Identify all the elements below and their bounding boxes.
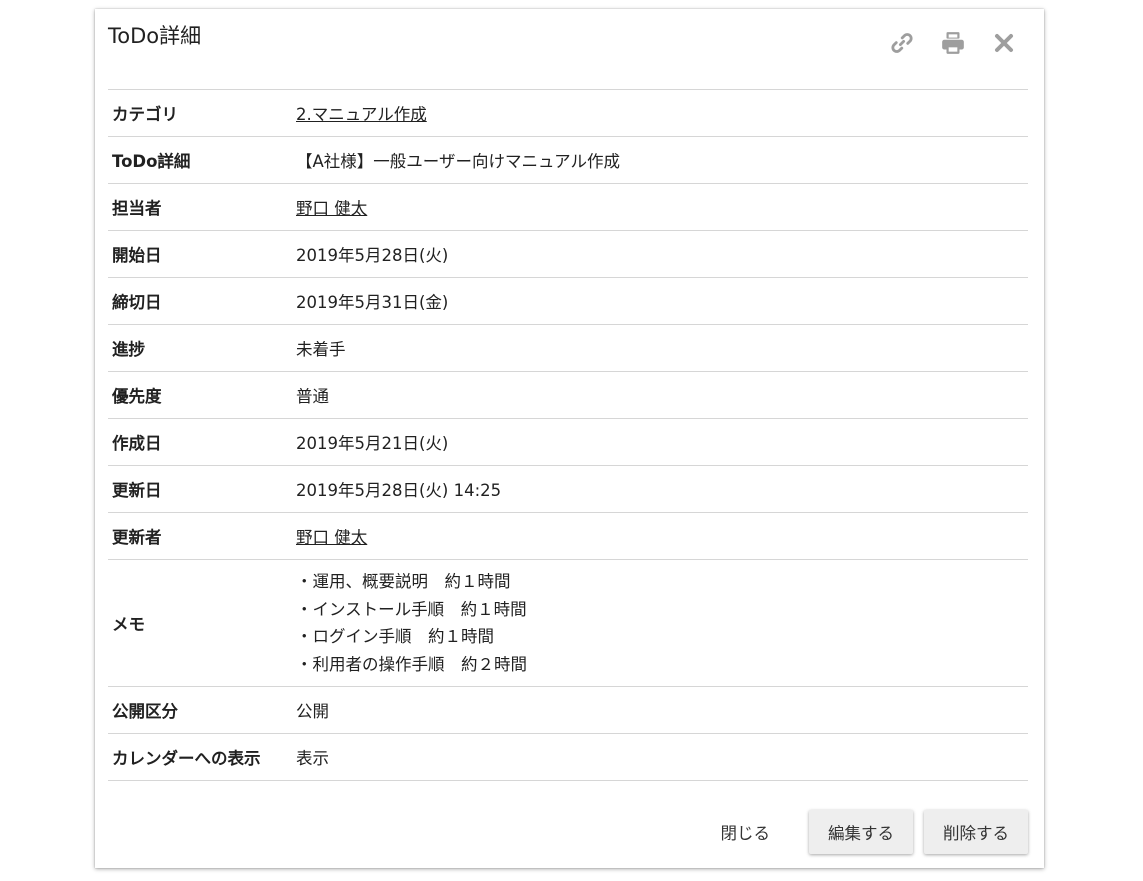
row-label: ToDo詳細: [112, 152, 191, 171]
memo-line: ・インストール手順 約１時間: [296, 599, 527, 619]
row-start-date: 開始日 2019年5月28日(火): [108, 231, 1028, 278]
progress-value: 未着手: [296, 340, 346, 359]
row-created-date: 作成日 2019年5月21日(火): [108, 419, 1028, 466]
row-updated-by: 更新者 野口 健太: [108, 513, 1028, 560]
header-icons: [865, 29, 1018, 57]
row-visibility: 公開区分 公開: [108, 687, 1028, 734]
row-label: 公開区分: [112, 702, 178, 721]
close-button[interactable]: 閉じる: [707, 810, 785, 854]
row-updated-date: 更新日 2019年5月28日(火) 14:25: [108, 466, 1028, 513]
row-progress: 進捗 未着手: [108, 325, 1028, 372]
link-icon[interactable]: [888, 29, 916, 57]
detail-table: カテゴリ 2.マニュアル作成 ToDo詳細 【A社様】一般ユーザー向けマニュアル…: [108, 89, 1028, 781]
close-icon[interactable]: [990, 29, 1018, 57]
row-label: 開始日: [112, 246, 162, 265]
due-date-value: 2019年5月31日(金): [296, 293, 449, 312]
category-link[interactable]: 2.マニュアル作成: [296, 101, 1028, 125]
edit-button[interactable]: 編集する: [809, 810, 913, 854]
row-label: 締切日: [112, 293, 162, 312]
row-memo: メモ ・運用、概要説明 約１時間 ・インストール手順 約１時間 ・ログイン手順 …: [108, 560, 1028, 687]
row-due-date: 締切日 2019年5月31日(金): [108, 278, 1028, 325]
row-category: カテゴリ 2.マニュアル作成: [108, 90, 1028, 137]
visibility-value: 公開: [296, 702, 329, 721]
print-icon[interactable]: [939, 29, 967, 57]
created-date-value: 2019年5月21日(火): [296, 434, 449, 453]
row-label: カレンダーへの表示: [112, 749, 261, 768]
memo-line: ・運用、概要説明 約１時間: [296, 572, 511, 591]
assignee-link[interactable]: 野口 健太: [296, 195, 1028, 219]
calendar-display-value: 表示: [296, 749, 329, 768]
row-assignee: 担当者 野口 健太: [108, 184, 1028, 231]
priority-value: 普通: [296, 387, 329, 406]
updated-date-value: 2019年5月28日(火) 14:25: [296, 481, 502, 500]
row-label: 担当者: [112, 199, 162, 218]
row-calendar-display: カレンダーへの表示 表示: [108, 734, 1028, 781]
memo-line: ・ログイン手順 約１時間: [296, 627, 494, 646]
row-label: メモ: [112, 615, 145, 634]
row-label: 作成日: [112, 434, 162, 453]
row-label: 優先度: [112, 387, 162, 406]
memo-line: ・利用者の操作手順 約２時間: [296, 654, 527, 674]
memo-value: ・運用、概要説明 約１時間 ・インストール手順 約１時間 ・ログイン手順 約１時…: [296, 560, 1028, 686]
dialog-actions: 閉じる 編集する 削除する: [707, 810, 1028, 854]
updated-by-link[interactable]: 野口 健太: [296, 524, 1028, 548]
start-date-value: 2019年5月28日(火): [296, 246, 449, 265]
row-label: 更新日: [112, 481, 162, 500]
todo-detail-dialog: ToDo詳細 カテゴリ 2.マニュアル作成 ToDo詳細 【A社様】一般ユーザー…: [95, 9, 1044, 868]
row-label: カテゴリ: [112, 105, 178, 124]
row-label: 進捗: [112, 340, 145, 359]
dialog-title: ToDo詳細: [108, 24, 202, 48]
todo-detail-value: 【A社様】一般ユーザー向けマニュアル作成: [296, 152, 620, 171]
row-priority: 優先度 普通: [108, 372, 1028, 419]
row-todo-detail: ToDo詳細 【A社様】一般ユーザー向けマニュアル作成: [108, 137, 1028, 184]
delete-button[interactable]: 削除する: [924, 810, 1028, 854]
row-label: 更新者: [112, 528, 162, 547]
